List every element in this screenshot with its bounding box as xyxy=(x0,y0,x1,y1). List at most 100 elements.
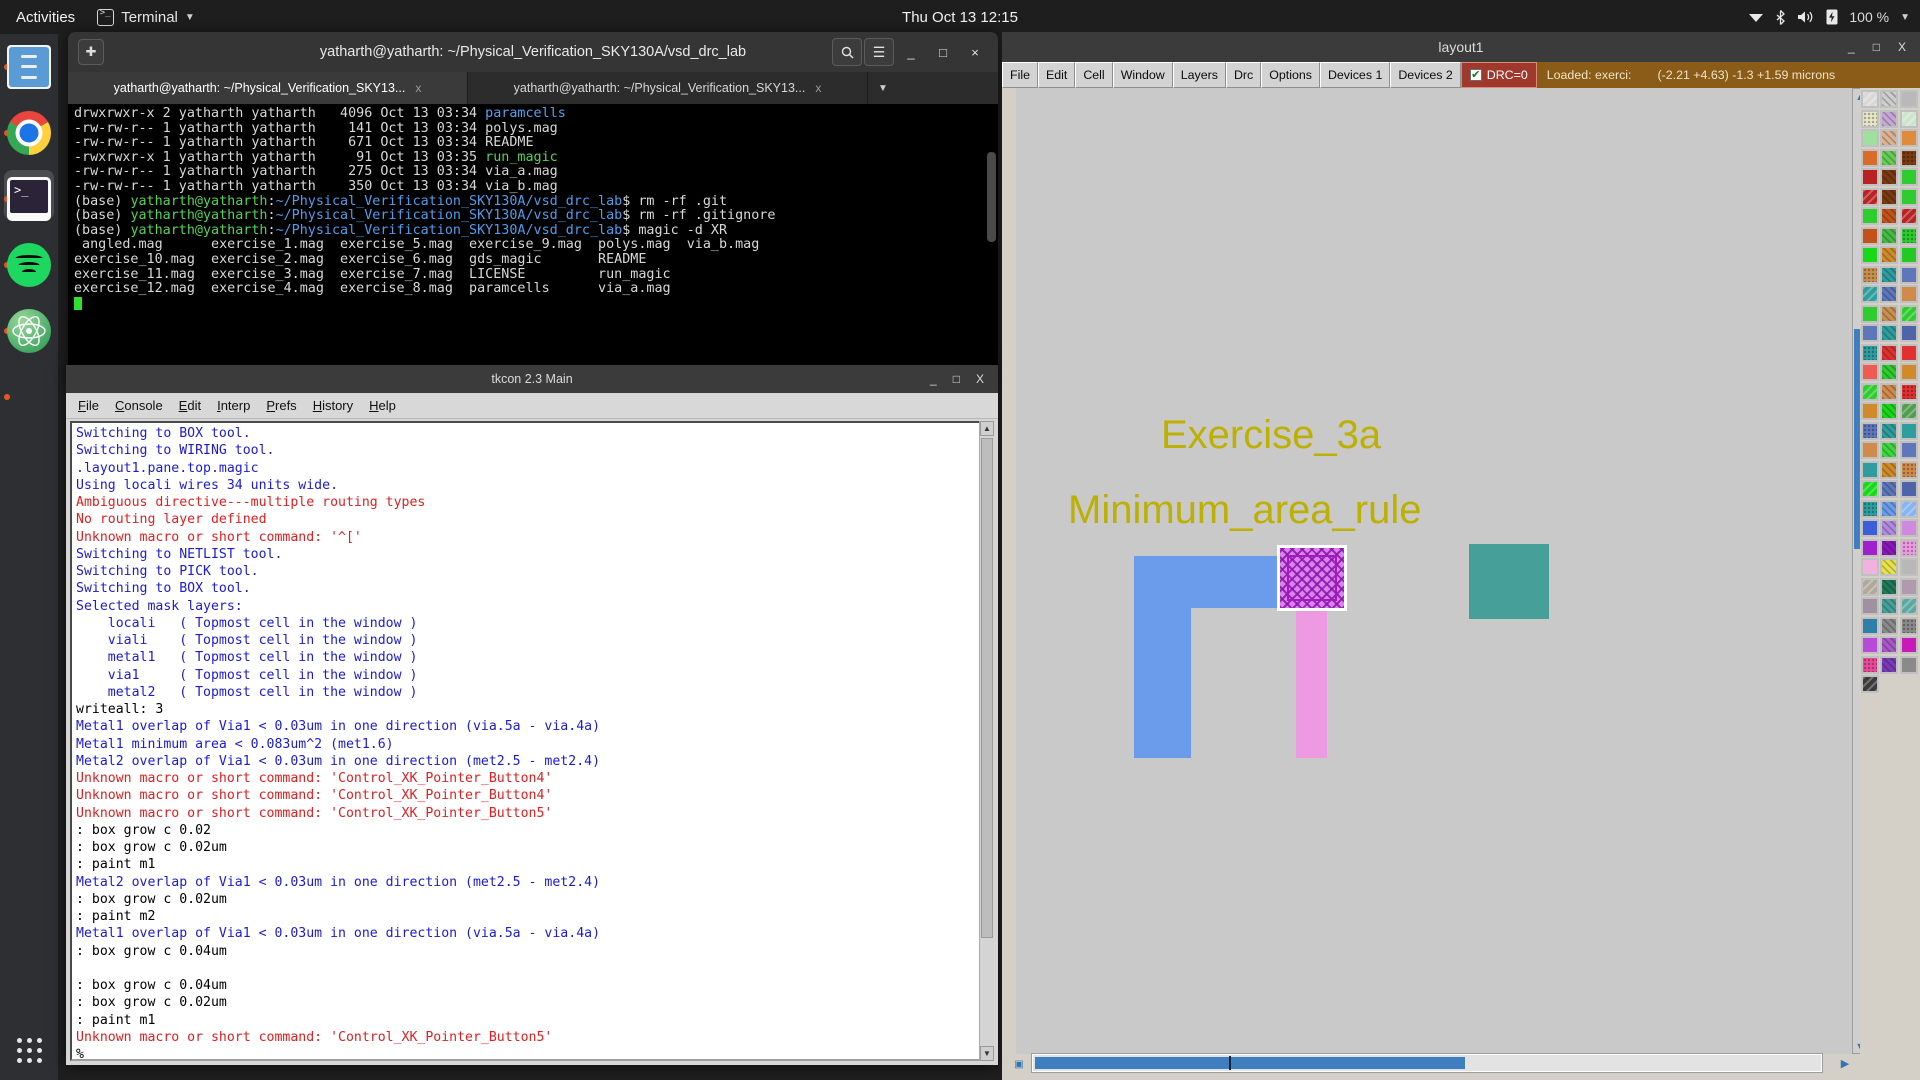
tkcon-menu-interp[interactable]: Interp xyxy=(217,398,250,413)
layer-swatch[interactable] xyxy=(1860,538,1879,557)
layer-swatch[interactable] xyxy=(1899,616,1918,635)
layer-swatch[interactable] xyxy=(1899,558,1918,576)
layer-swatch[interactable] xyxy=(1899,460,1918,479)
layer-swatch[interactable] xyxy=(1899,90,1918,108)
minimize-button[interactable]: _ xyxy=(1848,40,1855,54)
layer-swatch[interactable] xyxy=(1860,168,1879,186)
scrollbar-thumb[interactable] xyxy=(981,438,993,938)
layer-swatch[interactable] xyxy=(1880,187,1898,206)
layer-swatch[interactable] xyxy=(1860,402,1879,420)
layer-swatch[interactable] xyxy=(1899,109,1918,128)
clock[interactable]: Thu Oct 13 12:15 xyxy=(902,9,1018,26)
layer-swatch[interactable] xyxy=(1899,441,1918,459)
magic-menu-cell[interactable]: Cell xyxy=(1075,62,1113,88)
hamburger-icon[interactable]: ☰ xyxy=(864,38,894,66)
layer-swatch[interactable] xyxy=(1860,382,1879,401)
dock-item-atom[interactable] xyxy=(0,298,58,364)
arrow-up-icon[interactable]: ▲ xyxy=(980,421,994,436)
layer-swatch[interactable] xyxy=(1880,519,1898,537)
tkcon-vertical-scrollbar[interactable]: ▲ ▼ xyxy=(979,421,994,1061)
layer-swatch[interactable] xyxy=(1899,265,1918,284)
layer-swatch[interactable] xyxy=(1860,636,1879,654)
tkcon-menu-edit[interactable]: Edit xyxy=(179,398,201,413)
magic-menu-window[interactable]: Window xyxy=(1112,62,1173,88)
maximize-button[interactable]: □ xyxy=(1873,40,1880,54)
layer-swatch[interactable] xyxy=(1860,519,1879,537)
layer-swatch[interactable] xyxy=(1880,538,1898,557)
layer-swatch[interactable] xyxy=(1899,499,1918,518)
layer-swatch[interactable] xyxy=(1860,129,1879,147)
magic-horizontal-scrollbar[interactable] xyxy=(1031,1053,1823,1073)
layer-swatch[interactable] xyxy=(1899,577,1918,596)
layer-swatch[interactable] xyxy=(1880,499,1898,518)
layer-swatch[interactable] xyxy=(1860,304,1879,323)
layer-swatch[interactable] xyxy=(1860,499,1879,518)
layer-swatch[interactable] xyxy=(1880,558,1898,576)
tkcon-menu-console[interactable]: Console xyxy=(115,398,163,413)
layer-swatch[interactable] xyxy=(1860,421,1879,440)
layer-swatch[interactable] xyxy=(1880,304,1898,323)
tkcon-titlebar[interactable]: tkcon 2.3 Main _ □ X xyxy=(66,365,998,393)
tkcon-menu-help[interactable]: Help xyxy=(369,398,396,413)
dock-item-extra[interactable] xyxy=(0,364,58,430)
terminal-tab-1[interactable]: yatharth@yatharth: ~/Physical_Verificati… xyxy=(68,72,468,104)
layer-swatch[interactable] xyxy=(1880,109,1898,128)
terminal-scrollbar[interactable] xyxy=(987,152,996,242)
dock-item-files[interactable] xyxy=(0,34,58,100)
layer-swatch[interactable] xyxy=(1880,148,1898,167)
layer-swatch[interactable] xyxy=(1880,285,1898,303)
layer-swatch[interactable] xyxy=(1880,207,1898,225)
magic-menu-edit[interactable]: Edit xyxy=(1037,62,1076,88)
layer-swatch[interactable] xyxy=(1899,168,1918,186)
layer-swatch[interactable] xyxy=(1899,285,1918,303)
via1-selected-box[interactable] xyxy=(1277,545,1347,611)
scrollbar-thumb[interactable] xyxy=(1035,1057,1465,1069)
close-icon[interactable]: x xyxy=(815,81,821,95)
layer-swatch[interactable] xyxy=(1880,616,1898,635)
new-tab-icon[interactable]: ✚ xyxy=(78,39,104,65)
search-icon[interactable] xyxy=(832,38,862,66)
layer-swatch[interactable] xyxy=(1899,246,1918,264)
layer-swatch[interactable] xyxy=(1860,597,1879,615)
layer-swatch[interactable] xyxy=(1860,109,1879,128)
layer-swatch[interactable] xyxy=(1860,577,1879,596)
layer-swatch[interactable] xyxy=(1880,421,1898,440)
layer-swatch[interactable] xyxy=(1860,655,1879,674)
layer-swatch[interactable] xyxy=(1899,597,1918,615)
layer-swatch[interactable] xyxy=(1880,382,1898,401)
layer-swatch[interactable] xyxy=(1899,480,1918,498)
magic-menu-devices-2[interactable]: Devices 2 xyxy=(1390,62,1461,88)
layer-palette[interactable] xyxy=(1860,88,1918,1056)
layer-swatch[interactable] xyxy=(1860,363,1879,381)
tkcon-menu-history[interactable]: History xyxy=(313,398,353,413)
layer-swatch[interactable] xyxy=(1860,246,1879,264)
arrow-down-icon[interactable]: ▼ xyxy=(980,1046,994,1061)
layer-swatch[interactable] xyxy=(1899,207,1918,225)
zoom-box-icon[interactable]: ▣ xyxy=(1010,1054,1028,1074)
layer-swatch[interactable] xyxy=(1880,480,1898,498)
dock-item-chrome[interactable] xyxy=(0,100,58,166)
arrow-right-icon[interactable]: ▶ xyxy=(1836,1054,1854,1072)
layer-swatch[interactable] xyxy=(1860,343,1879,362)
layer-swatch[interactable] xyxy=(1899,304,1918,323)
close-button[interactable]: X xyxy=(1898,40,1906,54)
layer-swatch[interactable] xyxy=(1880,129,1898,147)
layer-swatch[interactable] xyxy=(1860,265,1879,284)
locali-square[interactable] xyxy=(1469,544,1549,619)
layer-swatch[interactable] xyxy=(1860,675,1879,693)
layer-swatch[interactable] xyxy=(1860,441,1879,459)
layer-swatch[interactable] xyxy=(1880,597,1898,615)
maximize-button[interactable]: □ xyxy=(953,372,960,386)
magic-menu-devices-1[interactable]: Devices 1 xyxy=(1319,62,1391,88)
layer-swatch[interactable] xyxy=(1899,655,1918,674)
layer-swatch[interactable] xyxy=(1899,363,1918,381)
layer-swatch[interactable] xyxy=(1860,460,1879,479)
minimize-button[interactable]: _ xyxy=(896,38,926,66)
layer-swatch[interactable] xyxy=(1860,90,1879,108)
layer-swatch[interactable] xyxy=(1899,343,1918,362)
layer-swatch[interactable] xyxy=(1899,636,1918,654)
layer-swatch[interactable] xyxy=(1880,577,1898,596)
layer-swatch[interactable] xyxy=(1880,265,1898,284)
layer-swatch[interactable] xyxy=(1899,226,1918,245)
layer-swatch[interactable] xyxy=(1899,129,1918,147)
